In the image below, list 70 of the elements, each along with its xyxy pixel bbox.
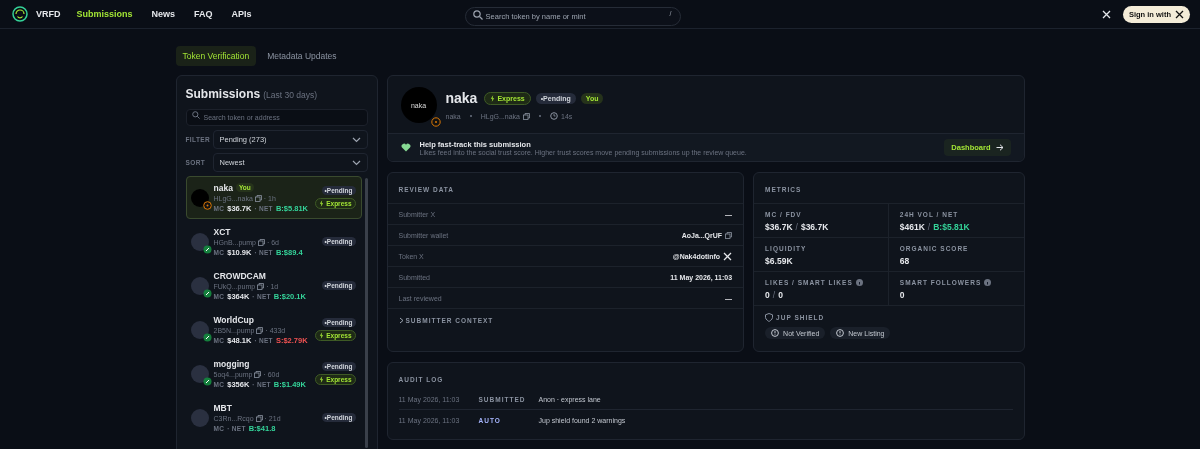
metric-value: B:$5.81K bbox=[933, 222, 970, 232]
token-name: XCT bbox=[213, 226, 231, 237]
globe-logo-icon bbox=[12, 6, 28, 22]
metric-value: $36.7K bbox=[800, 222, 829, 232]
lightning-icon bbox=[319, 200, 325, 207]
copy-icon bbox=[257, 282, 265, 290]
copy-icon bbox=[254, 194, 262, 202]
token-name: CROWDCAM bbox=[213, 270, 266, 281]
brand-name: VRFD bbox=[36, 9, 61, 19]
token-avatar bbox=[190, 276, 209, 295]
token-avatar bbox=[190, 364, 209, 383]
x-logo-icon bbox=[723, 251, 733, 261]
copy-icon bbox=[256, 326, 264, 334]
panel-subtitle: (Last 30 days) bbox=[263, 90, 318, 100]
nav-link[interactable]: APIs bbox=[231, 9, 252, 19]
warning-icon bbox=[771, 329, 780, 337]
chevron-down-icon bbox=[351, 136, 361, 143]
info-icon bbox=[984, 279, 992, 286]
metric-value: 0 bbox=[778, 290, 783, 300]
token-name: mogging bbox=[213, 358, 250, 369]
tab[interactable]: Token Verification bbox=[175, 46, 257, 66]
warning-icon bbox=[836, 329, 845, 337]
copy-icon bbox=[523, 112, 530, 120]
metric-value: $36.7K bbox=[765, 222, 793, 232]
lightning-icon bbox=[319, 376, 325, 383]
link-badge-icon bbox=[202, 288, 212, 298]
separator: / bbox=[795, 222, 798, 232]
token-name: naka bbox=[213, 182, 233, 193]
lightning-icon bbox=[319, 332, 325, 339]
link-badge-icon bbox=[202, 244, 212, 254]
search-icon bbox=[472, 9, 483, 20]
nav-link[interactable]: Submissions bbox=[76, 9, 133, 19]
nav-link[interactable]: FAQ bbox=[194, 9, 213, 19]
metric-value: $6.59K bbox=[765, 256, 793, 266]
link-badge-icon bbox=[202, 332, 212, 342]
clock-badge-icon bbox=[202, 200, 212, 210]
arrow-right-icon bbox=[995, 144, 1004, 151]
link-badge-icon bbox=[202, 376, 212, 386]
lightning-icon bbox=[490, 94, 496, 102]
scrollbar[interactable] bbox=[364, 178, 368, 448]
tab[interactable]: Metadata Updates bbox=[260, 46, 344, 66]
search-icon bbox=[191, 111, 200, 119]
token-avatar bbox=[190, 408, 209, 427]
copy-icon bbox=[255, 414, 263, 422]
copy-icon bbox=[725, 231, 733, 239]
token-avatar bbox=[190, 232, 209, 251]
metric-value: 0 bbox=[765, 290, 770, 300]
metric-value: $461K bbox=[899, 222, 925, 232]
copy-icon bbox=[254, 370, 262, 378]
token-name: WorldCup bbox=[213, 314, 254, 325]
info-icon bbox=[855, 279, 863, 286]
token-title: naka bbox=[445, 90, 478, 106]
panel-title: Submissions bbox=[185, 87, 261, 101]
x-logo-icon bbox=[1101, 9, 1111, 19]
metric-value: 0 bbox=[899, 290, 905, 300]
x-logo-icon bbox=[1175, 9, 1184, 19]
chevron-down-icon bbox=[351, 159, 361, 166]
nav-link[interactable]: News bbox=[151, 9, 176, 19]
clock-icon bbox=[550, 112, 558, 120]
chevron-right-icon bbox=[398, 317, 404, 324]
heart-icon bbox=[400, 143, 411, 152]
metric-value: 68 bbox=[899, 256, 910, 266]
token-avatar bbox=[190, 188, 209, 207]
token-avatar bbox=[190, 320, 209, 339]
copy-icon bbox=[257, 238, 265, 246]
token-name: MBT bbox=[213, 402, 232, 413]
separator: / bbox=[927, 222, 931, 232]
shield-icon bbox=[765, 313, 774, 322]
clock-badge-icon bbox=[430, 117, 441, 127]
separator: / bbox=[772, 290, 776, 300]
